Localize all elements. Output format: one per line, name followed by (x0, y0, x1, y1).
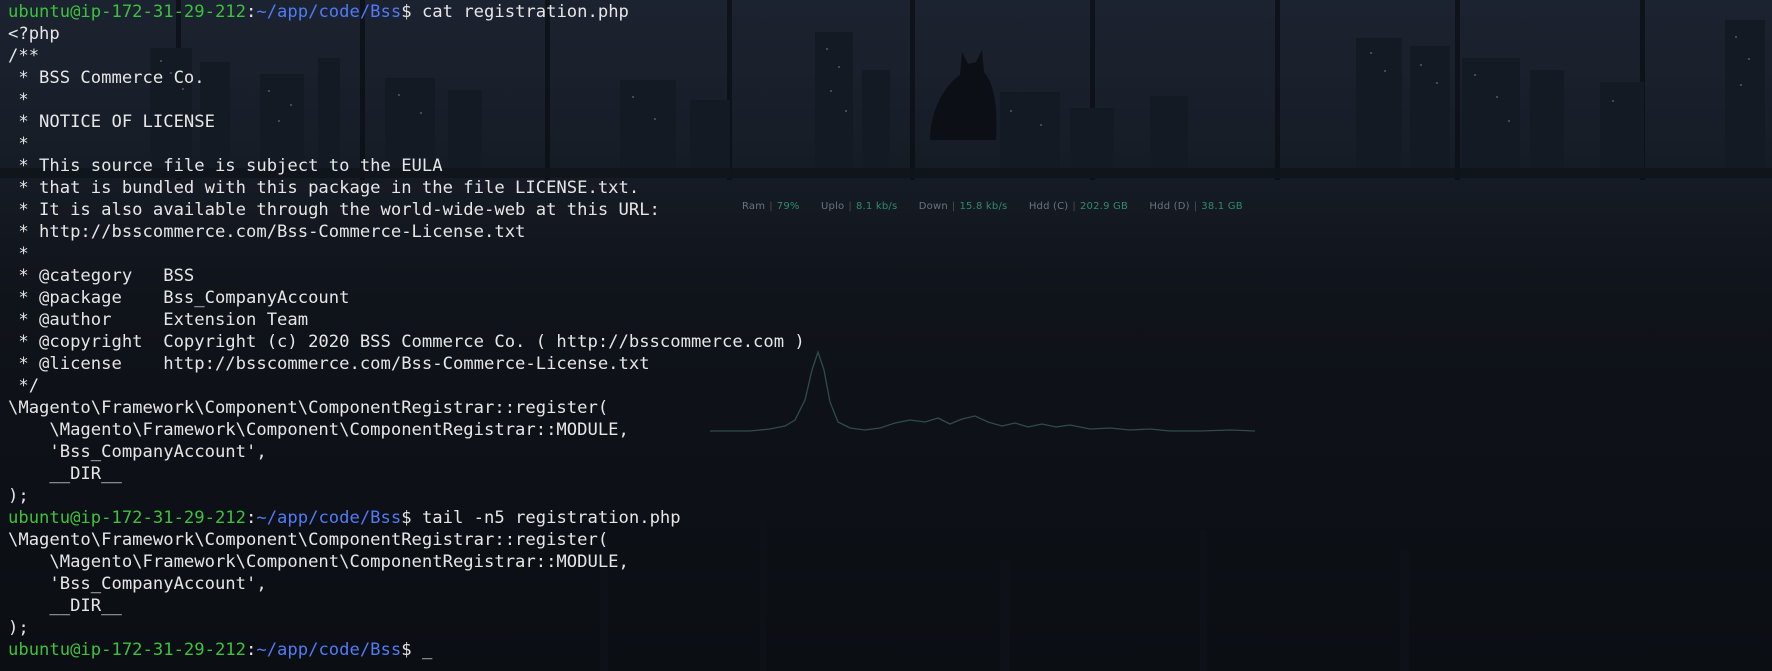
prompt-line: ubuntu@ip-172-31-29-212:~/app/code/Bss$ … (8, 1, 1708, 23)
command-text: cat registration.php (421, 2, 629, 22)
prompt-path: ~/app/code/Bss (256, 640, 402, 660)
prompt-line: ubuntu@ip-172-31-29-212:~/app/code/Bss$ … (8, 639, 1708, 661)
output-line: * (8, 134, 29, 154)
command-text: tail -n5 registration.php (421, 508, 681, 528)
terminal-cursor: _ (421, 640, 433, 660)
output-line: \Magento\Framework\Component\ComponentRe… (8, 420, 629, 440)
prompt-user: ubuntu@ip-172-31-29-212 (8, 640, 246, 660)
output-line: ); (8, 486, 29, 506)
output-line: __DIR__ (8, 596, 122, 616)
output-line: * that is bundled with this package in t… (8, 178, 640, 198)
output-line: * @category BSS (8, 266, 195, 286)
prompt-user: ubuntu@ip-172-31-29-212 (8, 508, 246, 528)
output-line: */ (8, 376, 40, 396)
prompt-user: ubuntu@ip-172-31-29-212 (8, 2, 246, 22)
output-line: \Magento\Framework\Component\ComponentRe… (8, 398, 609, 418)
output-line: * NOTICE OF LICENSE (8, 112, 215, 132)
prompt-colon: : (246, 508, 257, 528)
output-line: 'Bss_CompanyAccount', (8, 442, 267, 462)
prompt-path: ~/app/code/Bss (256, 2, 402, 22)
output-line: /** (8, 46, 40, 66)
output-line: <?php (8, 24, 60, 44)
prompt-line: ubuntu@ip-172-31-29-212:~/app/code/Bss$ … (8, 507, 1708, 529)
prompt-path: ~/app/code/Bss (256, 508, 402, 528)
output-line: * @license http://bsscommerce.com/Bss-Co… (8, 354, 650, 374)
output-line: * (8, 90, 29, 110)
output-line: * http://bsscommerce.com/Bss-Commerce-Li… (8, 222, 526, 242)
output-line: * It is also available through the world… (8, 200, 660, 220)
output-line: * This source file is subject to the EUL… (8, 156, 443, 176)
prompt-colon: : (246, 2, 257, 22)
output-line: ); (8, 618, 29, 638)
output-line: * BSS Commerce Co. (8, 68, 205, 88)
output-line: * @copyright Copyright (c) 2020 BSS Comm… (8, 332, 805, 352)
terminal-output[interactable]: ubuntu@ip-172-31-29-212:~/app/code/Bss$ … (8, 1, 1708, 661)
output-line: \Magento\Framework\Component\ComponentRe… (8, 552, 629, 572)
output-line: * @author Extension Team (8, 310, 309, 330)
prompt-symbol: $ (401, 2, 422, 22)
prompt-symbol: $ (401, 508, 422, 528)
prompt-symbol: $ (401, 640, 422, 660)
output-line: * @package Bss_CompanyAccount (8, 288, 350, 308)
output-line: * (8, 244, 29, 264)
output-line: __DIR__ (8, 464, 122, 484)
output-line: \Magento\Framework\Component\ComponentRe… (8, 530, 609, 550)
prompt-colon: : (246, 640, 257, 660)
output-line: 'Bss_CompanyAccount', (8, 574, 267, 594)
